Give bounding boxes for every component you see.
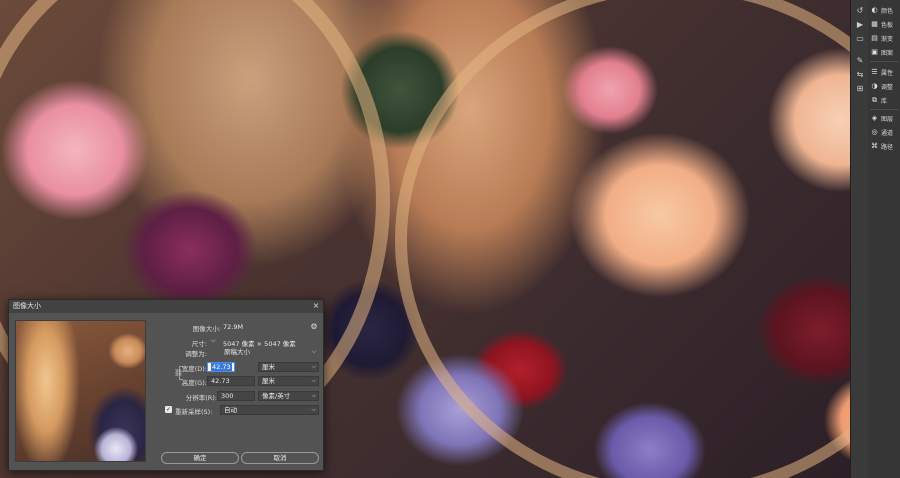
height-input[interactable]: 42.73	[207, 376, 255, 386]
panel-label: 属性	[881, 69, 894, 77]
panel-paths[interactable]: ⌘ 路径	[870, 140, 900, 152]
panel-layers[interactable]: ◈ 图层	[870, 112, 900, 124]
comment-icon[interactable]: ▭	[855, 34, 865, 44]
panel-swatches[interactable]: ▦ 色板	[870, 18, 900, 30]
panel-divider	[870, 109, 898, 110]
panel-icon-strip: ↺ ▶ ▭ ✎ ⇆ ⊞	[850, 0, 868, 478]
dimensions-label: 尺寸:	[191, 340, 207, 348]
image-size-label: 图像大小:	[192, 325, 221, 333]
properties-icon: ☰	[871, 67, 878, 76]
chevron-down-icon: ⌵	[311, 348, 316, 355]
resample-value: 自动	[224, 406, 237, 414]
resample-label: 重新采样(S):	[175, 408, 213, 416]
chevron-down-icon: ⌵	[311, 406, 316, 413]
cancel-button[interactable]: 取消	[241, 452, 319, 464]
panel-label: 图层	[881, 115, 894, 123]
play-icon[interactable]: ▶	[855, 20, 865, 30]
dialog-title: 图像大小	[9, 300, 323, 313]
image-size-value: 72.9M	[223, 323, 244, 331]
height-value: 42.73	[211, 377, 230, 385]
panel-channels[interactable]: ◎ 通道	[870, 126, 900, 138]
channels-icon: ◎	[871, 127, 878, 136]
ornament-arch-right	[395, 0, 850, 478]
width-label: 宽度(D):	[181, 365, 207, 373]
libraries-icon: ⧉	[872, 95, 877, 104]
resample-select[interactable]: 自动 ⌵	[220, 405, 319, 415]
chevron-down-icon[interactable]: ⌵	[211, 337, 216, 345]
panel-label: 库	[881, 97, 888, 105]
panel-properties[interactable]: ☰ 属性	[870, 66, 900, 78]
adjustments-icon: ◑	[871, 81, 878, 90]
height-label: 高度(G):	[181, 379, 207, 387]
panel-patterns[interactable]: ▣ 图案	[870, 46, 900, 58]
resolution-value: 300	[221, 392, 234, 400]
image-preview[interactable]	[15, 320, 146, 462]
panel-label: 颜色	[881, 7, 894, 15]
resolution-unit-value: 像素/英寸	[262, 392, 291, 400]
palette-icon: ◐	[871, 5, 878, 14]
clone-source-icon[interactable]: ⊞	[855, 84, 865, 94]
panel-divider	[870, 61, 898, 62]
docked-panels: ◐ 颜色 ▦ 色板 ▤ 渐变 ▣ 图案 ☰ 属性 ◑ 调整 ⧉ 库 ◈ 图层 ◎…	[868, 0, 900, 478]
fit-to-value: 原稿大小	[224, 348, 250, 356]
image-size-dialog: 图像大小 × 图像大小: 72.9M ⚙ 尺寸: ⌵ 5047 像素 × 504…	[8, 299, 324, 471]
panel-color[interactable]: ◐ 颜色	[870, 4, 900, 16]
width-value: 42.73	[211, 363, 232, 371]
panel-libraries[interactable]: ⧉ 库	[870, 94, 900, 106]
width-unit-value: 厘米	[262, 363, 275, 371]
width-unit-select[interactable]: 厘米 ⌵	[258, 362, 319, 372]
panel-label: 渐变	[881, 35, 894, 43]
chevron-down-icon: ⌵	[311, 363, 316, 370]
gradients-icon: ▤	[871, 33, 878, 42]
swatches-icon: ▦	[871, 19, 878, 28]
ok-button[interactable]: 确定	[161, 452, 239, 464]
resolution-input[interactable]: 300	[217, 391, 255, 401]
height-unit-value: 厘米	[262, 377, 275, 385]
chevron-down-icon: ⌵	[311, 377, 316, 384]
width-input[interactable]: 42.73	[207, 362, 235, 372]
brush-icon[interactable]: ✎	[855, 56, 865, 66]
panel-adjustments[interactable]: ◑ 调整	[870, 80, 900, 92]
layers-icon: ◈	[871, 113, 878, 122]
close-icon[interactable]: ×	[311, 301, 321, 311]
panel-label: 色板	[881, 21, 894, 29]
resolution-unit-select[interactable]: 像素/英寸 ⌵	[258, 391, 319, 401]
resample-checkbox[interactable]: ✓	[165, 406, 172, 413]
panel-label: 路径	[881, 143, 894, 151]
panel-gradients[interactable]: ▤ 渐变	[870, 32, 900, 44]
resolution-label: 分辨率(R):	[185, 394, 217, 402]
patterns-icon: ▣	[871, 47, 878, 56]
panel-label: 调整	[881, 83, 894, 91]
tool-presets-icon[interactable]: ⇆	[855, 70, 865, 80]
gear-icon[interactable]: ⚙	[309, 322, 319, 332]
panel-label: 图案	[881, 49, 894, 57]
chevron-down-icon: ⌵	[311, 392, 316, 399]
height-unit-select[interactable]: 厘米 ⌵	[258, 376, 319, 386]
fit-to-label: 调整为:	[185, 350, 207, 358]
paths-icon: ⌘	[871, 141, 878, 150]
fit-to-select[interactable]: 原稿大小 ⌵	[220, 347, 319, 357]
history-icon[interactable]: ↺	[855, 6, 865, 16]
panel-label: 通道	[881, 129, 894, 137]
